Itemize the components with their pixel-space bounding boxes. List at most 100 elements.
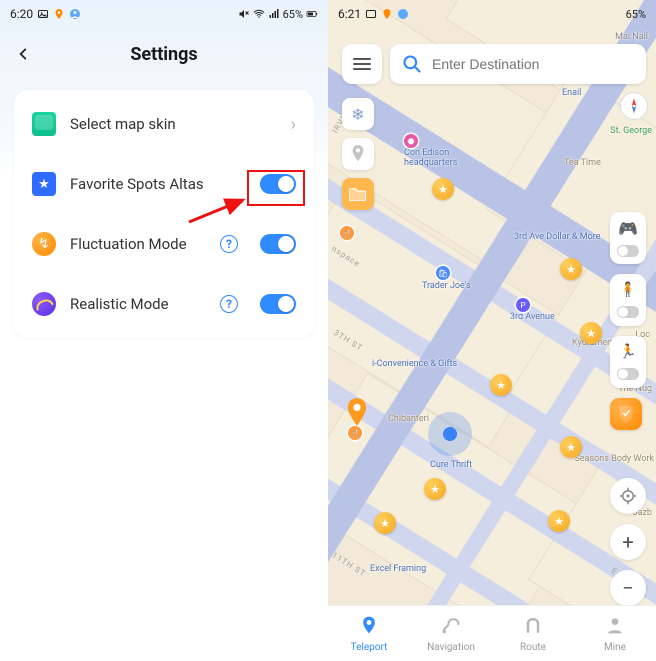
status-battery: 65% xyxy=(626,8,646,21)
map-label: headquarters xyxy=(404,158,457,168)
map-pin-icon[interactable] xyxy=(346,398,368,426)
map-label: Excel Framing xyxy=(370,564,426,574)
map-screen: Enail St. George Mai Nail Con Edison hea… xyxy=(328,0,656,661)
mode-toggle[interactable] xyxy=(617,245,639,257)
nav-label: Teleport xyxy=(351,642,388,653)
favorite-spot-icon[interactable]: ★ xyxy=(560,258,582,280)
nav-label: Mine xyxy=(604,642,626,653)
favorite-spot-icon[interactable]: ★ xyxy=(548,510,570,532)
mode-joystick[interactable]: 🎮 xyxy=(610,212,646,264)
bottom-nav: Teleport Navigation Route Mine xyxy=(328,605,656,661)
row-select-map-skin[interactable]: Select map skin › xyxy=(14,94,314,154)
row-label: Favorite Spots Altas xyxy=(70,175,246,193)
nav-label: Navigation xyxy=(427,642,475,653)
gamepad-icon: 🎮 xyxy=(618,219,638,238)
poi-icon[interactable]: P xyxy=(516,298,530,312)
folder-tool[interactable] xyxy=(342,178,374,210)
nav-teleport[interactable]: Teleport xyxy=(328,606,410,661)
nav-mine[interactable]: Mine xyxy=(574,606,656,661)
map-label: Con Edison xyxy=(404,148,449,158)
row-label: Realistic Mode xyxy=(70,295,206,313)
mode-toggle[interactable] xyxy=(617,306,639,318)
poi-icon[interactable]: 🍴 xyxy=(348,426,362,440)
signal-icon xyxy=(268,8,280,20)
status-time: 6:21 xyxy=(338,7,361,21)
favorite-spot-icon[interactable]: ★ xyxy=(424,478,446,500)
destination-input[interactable] xyxy=(432,56,634,72)
runner-icon: 🏃 xyxy=(619,344,636,360)
help-icon[interactable]: ? xyxy=(220,235,238,253)
row-label: Select map skin xyxy=(70,115,277,133)
image-icon xyxy=(37,8,49,20)
favorite-spot-icon[interactable]: ★ xyxy=(432,178,454,200)
shield-button[interactable] xyxy=(610,398,642,430)
battery-icon xyxy=(306,8,318,20)
row-fluctuation-mode: ↯ Fluctuation Mode ? xyxy=(14,214,314,274)
settings-screen: 6:20 65% Settings Select map xyxy=(0,0,328,661)
chevron-right-icon: › xyxy=(291,114,296,135)
map-label: Seasons Body Work xyxy=(574,454,654,464)
map-label: Cure Thrift xyxy=(430,460,472,470)
help-icon[interactable]: ? xyxy=(220,295,238,313)
settings-header: Settings xyxy=(0,28,328,80)
annotation-arrow-icon xyxy=(185,198,255,228)
planet-icon xyxy=(32,292,56,316)
map-label: Enail xyxy=(562,88,581,98)
annotation-highlight-box xyxy=(247,170,305,206)
location-pin-icon xyxy=(381,8,393,20)
map-label: 3rd Avenue xyxy=(510,312,555,322)
realistic-toggle[interactable] xyxy=(260,294,296,314)
wifi-icon xyxy=(596,8,608,20)
favorite-spot-icon[interactable]: ★ xyxy=(580,322,602,344)
pin-tool[interactable] xyxy=(342,138,374,170)
compass-icon[interactable] xyxy=(620,92,648,120)
route-icon xyxy=(523,615,543,640)
map-label: Chibanteri xyxy=(388,414,429,424)
map-label: St. George xyxy=(610,126,652,136)
signal-icon xyxy=(611,8,623,20)
zoom-out-button[interactable]: − xyxy=(610,570,646,606)
row-realistic-mode: Realistic Mode ? xyxy=(14,274,314,334)
image-icon xyxy=(365,8,377,20)
poi-icon[interactable]: 🍴 xyxy=(340,226,354,240)
favorite-spot-icon[interactable]: ★ xyxy=(490,374,512,396)
mute-icon xyxy=(238,8,250,20)
shirt-icon xyxy=(32,112,56,136)
locate-button[interactable] xyxy=(610,478,646,514)
zoom-in-button[interactable]: + xyxy=(610,524,646,560)
user-location-icon xyxy=(428,412,472,456)
favorite-spot-icon[interactable]: ★ xyxy=(560,436,582,458)
menu-button[interactable] xyxy=(342,44,382,84)
poi-icon[interactable]: 🛍 xyxy=(436,266,450,280)
search-icon xyxy=(402,54,422,74)
mode-walk[interactable]: 🧍 xyxy=(610,274,646,326)
teleport-icon xyxy=(359,615,379,640)
navigation-icon xyxy=(441,615,461,640)
fluctuation-icon: ↯ xyxy=(32,232,56,256)
settings-card: Select map skin › ★ Favorite Spots Altas… xyxy=(14,90,314,338)
status-battery: 65% xyxy=(283,8,303,21)
nav-route[interactable]: Route xyxy=(492,606,574,661)
wifi-icon xyxy=(253,8,265,20)
map-label: Mai Nail xyxy=(615,32,648,42)
street-label: 11TH ST xyxy=(331,551,368,579)
profile-icon xyxy=(605,615,625,640)
map-label: Trader Joe's xyxy=(422,281,471,291)
mode-toggle[interactable] xyxy=(617,368,639,380)
mode-run[interactable]: 🏃 xyxy=(610,336,646,388)
map-canvas[interactable]: Enail St. George Mai Nail Con Edison hea… xyxy=(328,0,656,661)
status-time: 6:20 xyxy=(10,7,33,21)
search-box[interactable] xyxy=(390,44,646,84)
row-label: Fluctuation Mode xyxy=(70,235,206,253)
map-label: i-Convenience & Gifts xyxy=(372,359,457,369)
status-bar: 6:21 65% xyxy=(328,0,656,28)
nav-navigation[interactable]: Navigation xyxy=(410,606,492,661)
nav-label: Route xyxy=(520,642,546,653)
map-label: Tea Time xyxy=(564,158,601,168)
favorite-spot-icon[interactable]: ★ xyxy=(374,512,396,534)
poi-icon[interactable]: ⬣ xyxy=(404,134,418,148)
fluctuation-toggle[interactable] xyxy=(260,234,296,254)
star-badge-icon: ★ xyxy=(32,172,56,196)
page-title: Settings xyxy=(0,44,328,65)
snowflake-tool[interactable]: ❄ xyxy=(342,98,374,130)
